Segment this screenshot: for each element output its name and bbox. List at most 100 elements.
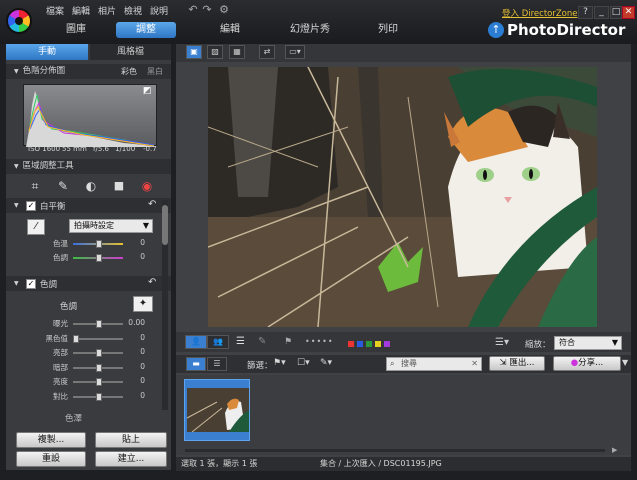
people-single-icon[interactable]: 👤 [185,335,207,349]
tab-manual[interactable]: 手動 [6,44,88,60]
minimize-button[interactable]: _ [594,6,609,19]
monitor-icon[interactable]: ▭▾ [285,45,305,59]
tab-edit[interactable]: 編輯 [200,22,260,38]
sort-icon[interactable]: ☰▾ [495,337,509,348]
brand-title: PhotoDirector [507,21,626,39]
thumbnail-view-icon[interactable]: ▬ [186,357,206,371]
list-view-icon[interactable]: ☰ [207,357,227,371]
label-purple[interactable] [384,341,390,347]
tone-slider-label: 暗部 [53,362,68,372]
wb-slider-knob[interactable] [96,240,102,248]
exif-ev: -0.7 [143,145,157,153]
brush-icon[interactable]: ✎ [56,179,70,193]
tone-slider-knob[interactable] [96,392,102,401]
wb-preset-select[interactable]: 拍攝時設定 ▼ [69,219,153,233]
thumbnail-selected[interactable] [184,379,250,441]
regional-header[interactable]: ▼ 區域調整工具 [6,159,171,174]
filter-label: 篩選： [247,361,273,371]
tab-style-preset[interactable]: 風格檔 [90,44,171,60]
search-input[interactable]: ⌕ 搜尋 ✕ [386,357,482,371]
path-status: 集合 / 上次匯入 / DSC01195.JPG [320,459,442,468]
tab-print[interactable]: 列印 [358,22,418,38]
brand-arrow-icon: ↑ [488,22,504,38]
filter-flag-icon[interactable]: ⚑▾ [273,358,286,368]
selection-status: 選取 1 張，顯示 1 張 [181,459,258,468]
reset-button[interactable]: 重設 [16,451,86,467]
eyedropper-icon[interactable]: ⁄ [27,219,45,235]
pencil-icon[interactable]: ✎ [258,336,266,347]
maximize-button[interactable]: □ [610,6,622,19]
rating-stars[interactable]: ••••• [305,337,334,346]
redo-icon[interactable]: ↷ [200,3,214,17]
label-red[interactable] [348,341,354,347]
menu-edit[interactable]: 編輯 [72,4,90,17]
settings-gear-icon[interactable]: ⚙ [217,3,231,17]
tone-slider-knob[interactable] [73,334,79,343]
zoom-select[interactable]: 符合 ▼ [554,336,622,350]
tag-icon[interactable]: ☰ [236,336,245,347]
histogram-color-toggle[interactable]: 彩色 [121,66,137,77]
eye-icon[interactable]: ◉ [140,179,154,193]
wb-slider-knob[interactable] [96,254,102,262]
tone-slider-knob[interactable] [96,363,102,372]
menu-file[interactable]: 檔案 [46,4,64,17]
rotate-view-icon[interactable]: ⇄ [259,45,275,59]
clipping-icon[interactable]: ◩ [143,86,152,96]
tone-subtitle: 色調 [60,302,78,312]
tone-slider-value: 0 [140,332,145,342]
login-link[interactable]: 登入 DirectorZone [502,7,578,19]
flag-icon[interactable]: ⚑ [284,337,292,347]
tab-adjust[interactable]: 調整 [116,22,176,38]
auto-tone-icon[interactable]: ✦ [133,296,153,312]
tone-slider-label: 亮部 [53,348,68,357]
tone-slider-knob[interactable] [96,378,102,386]
exif-shutter: 1/100 [115,145,136,153]
single-view-icon[interactable]: ▣ [186,45,202,59]
people-group-icon[interactable]: 👥 [207,335,229,349]
tone-checkbox[interactable]: ✓ [26,279,36,289]
panel-scrollbar-thumb[interactable] [162,205,168,245]
tone-slider-value: 0 [140,390,145,400]
main-photo[interactable] [208,67,597,327]
wb-reset-icon[interactable]: ↶ [148,199,156,210]
gradient-icon[interactable]: ◐ [84,179,98,193]
filter-square-icon[interactable]: ☐▾ [297,358,310,368]
tab-library[interactable]: 圖庫 [46,22,106,38]
tone-slider-label: 對比 [53,391,68,401]
tone-slider-value: 0.00 [128,318,145,327]
menu-view[interactable]: 檢視 [124,4,142,17]
zoom-value: 符合 [559,338,575,347]
close-button[interactable]: ✕ [622,6,635,19]
help-button[interactable]: ? [578,6,593,19]
crop-icon[interactable]: ⌗ [28,179,42,193]
create-button[interactable]: 建立... [95,451,167,467]
wb-preset-value: 拍攝時設定 [74,221,114,230]
share-button[interactable]: ●分享... [553,356,621,371]
label-green[interactable] [366,341,372,347]
filmstrip-scrollbar[interactable] [185,449,605,452]
filter-pencil-icon[interactable]: ✎▾ [320,358,332,368]
histogram-title: 色階分佈圖 [22,66,66,76]
share-dropdown-icon[interactable]: ▼ [622,358,628,367]
histogram-bw-toggle[interactable]: 黑白 [147,66,163,77]
menu-photo[interactable]: 相片 [98,4,116,17]
compare-view-icon[interactable]: ▨ [207,45,223,59]
tab-slideshow[interactable]: 幻燈片秀 [280,22,340,38]
label-blue[interactable] [357,341,363,347]
menu-help[interactable]: 說明 [150,4,168,17]
copy-button[interactable]: 複製... [16,432,86,448]
tone-slider-value: 0 [140,347,145,356]
tone-slider-knob[interactable] [96,320,102,328]
label-yellow[interactable] [375,341,381,347]
export-button[interactable]: ⇲ 匯出... [489,356,545,371]
square-icon[interactable]: ■ [112,179,126,193]
tone-slider-knob[interactable] [96,349,102,357]
tone-slider-track[interactable] [73,337,123,340]
undo-icon[interactable]: ↶ [186,3,200,17]
paste-button[interactable]: 貼上 [95,432,167,448]
white-balance-checkbox[interactable]: ✓ [26,201,36,211]
grid-view-icon[interactable]: ▦ [229,45,245,59]
scroll-right-icon[interactable]: ▶ [612,446,617,454]
clear-search-icon[interactable]: ✕ [471,358,478,370]
tone-reset-icon[interactable]: ↶ [148,277,156,288]
